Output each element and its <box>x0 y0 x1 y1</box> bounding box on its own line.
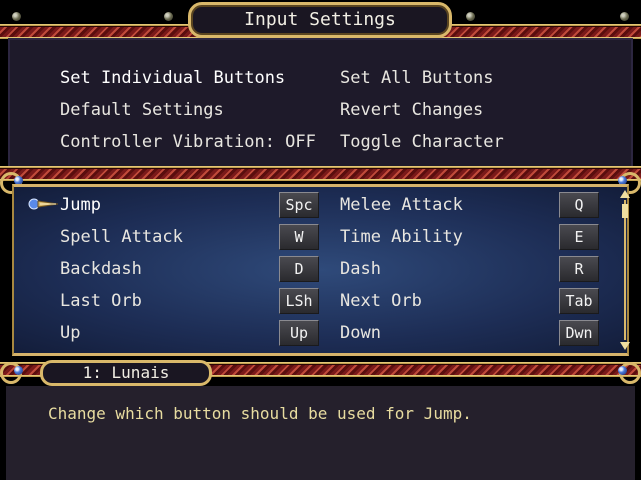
binding-key-melee-attack[interactable]: Q <box>559 192 599 218</box>
binding-key-up[interactable]: Up <box>279 320 319 346</box>
help-text: Change which button should be used for J… <box>48 404 472 423</box>
character-name: 1: Lunais <box>82 363 170 382</box>
title-gem-right-icon <box>466 12 475 21</box>
binding-key-jump[interactable]: Spc <box>279 192 319 218</box>
set-all-buttons-option[interactable]: Set All Buttons <box>340 68 494 88</box>
scroll-up-arrow-icon[interactable] <box>620 190 630 198</box>
default-settings-option[interactable]: Default Settings <box>60 100 224 120</box>
corner-gem-icon <box>12 12 21 21</box>
binding-label-melee-attack[interactable]: Melee Attack <box>340 195 463 215</box>
binding-label-spell-attack[interactable]: Spell Attack <box>60 227 183 247</box>
mid-gold-line-2 <box>0 179 641 181</box>
bindings-scrollbar[interactable] <box>619 186 631 354</box>
revert-changes-option[interactable]: Revert Changes <box>340 100 483 120</box>
frame-gem-icon <box>618 366 627 375</box>
corner-gem-icon <box>620 12 629 21</box>
binding-label-jump[interactable]: Jump <box>60 195 101 215</box>
selection-cursor-icon <box>28 198 59 210</box>
binding-key-last-orb[interactable]: LSh <box>279 288 319 314</box>
binding-key-time-ability[interactable]: E <box>559 224 599 250</box>
frame-gem-icon <box>14 366 23 375</box>
title-gem-left-icon <box>164 12 173 21</box>
controller-vibration-option[interactable]: Controller Vibration: OFF <box>60 132 316 152</box>
binding-label-down[interactable]: Down <box>340 323 381 343</box>
binding-key-spell-attack[interactable]: W <box>279 224 319 250</box>
binding-label-last-orb[interactable]: Last Orb <box>60 291 142 311</box>
binding-label-time-ability[interactable]: Time Ability <box>340 227 463 247</box>
page-title: Input Settings <box>244 9 396 30</box>
scroll-thumb[interactable] <box>622 204 628 218</box>
binding-key-backdash[interactable]: D <box>279 256 319 282</box>
set-individual-buttons-option[interactable]: Set Individual Buttons <box>60 68 285 88</box>
binding-key-next-orb[interactable]: Tab <box>559 288 599 314</box>
binding-key-dash[interactable]: R <box>559 256 599 282</box>
binding-key-down[interactable]: Dwn <box>559 320 599 346</box>
binding-label-next-orb[interactable]: Next Orb <box>340 291 422 311</box>
binding-label-backdash[interactable]: Backdash <box>60 259 142 279</box>
scroll-down-arrow-icon[interactable] <box>620 342 630 350</box>
help-panel <box>6 386 635 480</box>
binding-label-up[interactable]: Up <box>60 323 80 343</box>
binding-label-dash[interactable]: Dash <box>340 259 381 279</box>
toggle-character-option[interactable]: Toggle Character <box>340 132 504 152</box>
